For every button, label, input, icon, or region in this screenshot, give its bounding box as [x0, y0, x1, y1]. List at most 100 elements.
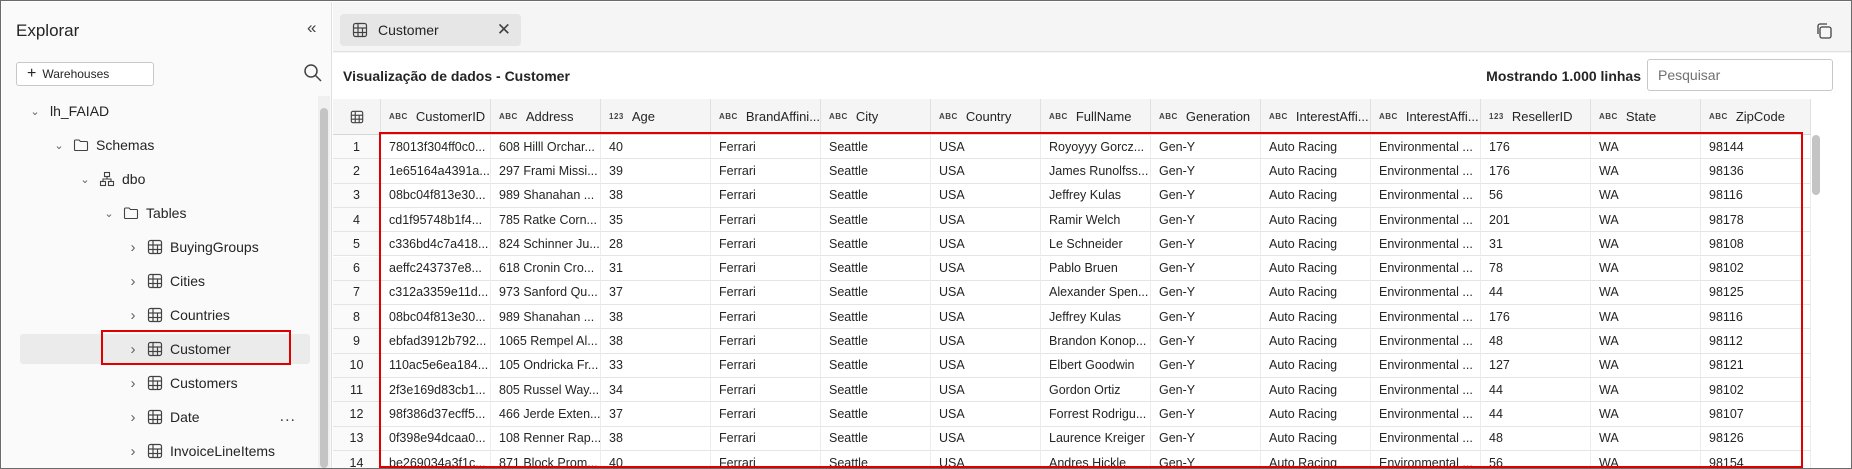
table-cell[interactable]: Gen-Y — [1151, 232, 1261, 257]
collapse-panel-icon[interactable]: « — [307, 18, 316, 38]
table-cell[interactable]: Jeffrey Kulas — [1041, 305, 1151, 330]
table-cell[interactable]: 98178 — [1701, 207, 1811, 233]
chevron-down-icon[interactable]: ⌄ — [78, 173, 92, 186]
table-cell[interactable]: Seattle — [821, 135, 931, 160]
table-cell[interactable]: Ferrari — [711, 256, 821, 281]
table-cell[interactable]: 98116 — [1701, 305, 1811, 330]
table-cell[interactable]: 98125 — [1701, 280, 1811, 306]
table-cell[interactable]: WA — [1591, 450, 1701, 468]
table-cell[interactable]: 0f398e94dcaa0... — [381, 426, 491, 451]
table-cell[interactable]: Ferrari — [711, 207, 821, 233]
table-cell[interactable]: 989 Shanahan ... — [491, 305, 601, 330]
table-cell[interactable]: USA — [931, 450, 1041, 468]
table-cell[interactable]: Pablo Bruen — [1041, 256, 1151, 281]
table-cell[interactable]: 466 Jerde Exten... — [491, 402, 601, 427]
table-cell[interactable]: Gen-Y — [1151, 402, 1261, 427]
table-cell[interactable]: Gen-Y — [1151, 135, 1261, 160]
table-cell[interactable]: Seattle — [821, 353, 931, 378]
table-cell[interactable]: Ferrari — [711, 450, 821, 468]
table-cell[interactable]: 31 — [1481, 232, 1591, 257]
table-cell[interactable]: c336bd4c7a418... — [381, 232, 491, 257]
table-cell[interactable]: USA — [931, 426, 1041, 451]
table-cell[interactable]: Environmental ... — [1371, 329, 1481, 354]
search-icon[interactable] — [302, 62, 324, 84]
tree-item-customer[interactable]: › Customer — [20, 334, 310, 364]
table-cell[interactable]: 38 — [601, 426, 711, 451]
table-cell[interactable]: USA — [931, 305, 1041, 330]
table-cell[interactable]: 1e65164a4391a... — [381, 159, 491, 184]
table-cell[interactable]: WA — [1591, 135, 1701, 160]
table-cell[interactable]: 618 Cronin Cro... — [491, 256, 601, 281]
chevron-right-icon[interactable]: › — [126, 239, 140, 256]
chevron-down-icon[interactable]: ⌄ — [52, 139, 66, 152]
table-cell[interactable]: Royoyyy Gorcz... — [1041, 135, 1151, 160]
table-cell[interactable]: USA — [931, 232, 1041, 257]
table-cell[interactable]: 34 — [601, 378, 711, 403]
table-cell[interactable]: c312a3359e11d... — [381, 280, 491, 306]
explorer-scrollbar[interactable] — [318, 96, 330, 468]
table-cell[interactable]: Ferrari — [711, 402, 821, 427]
table-cell[interactable]: USA — [931, 280, 1041, 306]
table-cell[interactable]: Andres Hickle — [1041, 450, 1151, 468]
table-cell[interactable]: WA — [1591, 207, 1701, 233]
table-cell[interactable]: 98116 — [1701, 183, 1811, 208]
table-cell[interactable]: Seattle — [821, 426, 931, 451]
table-cell[interactable]: Auto Racing — [1261, 159, 1371, 184]
tree-item-schemas[interactable]: ⌄ Schemas — [2, 130, 318, 160]
row-number[interactable]: 4 — [333, 207, 381, 233]
column-header-address[interactable]: ABC Address — [491, 99, 601, 135]
table-cell[interactable]: Environmental ... — [1371, 207, 1481, 233]
table-cell[interactable]: Environmental ... — [1371, 256, 1481, 281]
table-cell[interactable]: Ramir Welch — [1041, 207, 1151, 233]
table-cell[interactable]: 2f3e169d83cb1... — [381, 378, 491, 403]
table-cell[interactable]: WA — [1591, 183, 1701, 208]
table-cell[interactable]: WA — [1591, 378, 1701, 403]
row-number[interactable]: 14 — [333, 450, 381, 468]
table-cell[interactable]: Auto Racing — [1261, 280, 1371, 306]
tree-item-buyinggroups[interactable]: › BuyingGroups — [2, 232, 318, 262]
table-cell[interactable]: Environmental ... — [1371, 159, 1481, 184]
column-header-age[interactable]: 123 Age — [601, 99, 711, 135]
table-cell[interactable]: WA — [1591, 305, 1701, 330]
table-cell[interactable]: USA — [931, 207, 1041, 233]
table-cell[interactable]: Ferrari — [711, 183, 821, 208]
table-cell[interactable]: 38 — [601, 305, 711, 330]
table-cell[interactable]: Elbert Goodwin — [1041, 353, 1151, 378]
column-header-state[interactable]: ABC State — [1591, 99, 1701, 135]
table-cell[interactable]: Auto Racing — [1261, 329, 1371, 354]
table-cell[interactable]: 35 — [601, 207, 711, 233]
table-cell[interactable]: Gordon Ortiz — [1041, 378, 1151, 403]
table-cell[interactable]: Seattle — [821, 159, 931, 184]
table-cell[interactable]: Ferrari — [711, 378, 821, 403]
table-cell[interactable]: 98112 — [1701, 329, 1811, 354]
table-cell[interactable]: Gen-Y — [1151, 159, 1261, 184]
search-input[interactable] — [1647, 59, 1833, 91]
table-cell[interactable]: Brandon Konop... — [1041, 329, 1151, 354]
table-cell[interactable]: 105 Ondricka Fr... — [491, 353, 601, 378]
table-cell[interactable]: WA — [1591, 232, 1701, 257]
table-cell[interactable]: 38 — [601, 183, 711, 208]
chevron-down-icon[interactable]: ⌄ — [102, 207, 116, 220]
column-header-resellerid[interactable]: 123 ResellerID — [1481, 99, 1591, 135]
table-cell[interactable]: 608 Hilll Orchar... — [491, 135, 601, 160]
table-cell[interactable]: 871 Block Prom... — [491, 450, 601, 468]
table-cell[interactable]: 40 — [601, 135, 711, 160]
table-cell[interactable]: 805 Russel Way... — [491, 378, 601, 403]
table-cell[interactable]: Environmental ... — [1371, 450, 1481, 468]
row-number[interactable]: 13 — [333, 426, 381, 451]
table-cell[interactable]: Environmental ... — [1371, 305, 1481, 330]
tab-customer[interactable]: Customer ✕ — [340, 14, 521, 46]
column-header-fullname[interactable]: ABC FullName — [1041, 99, 1151, 135]
table-cell[interactable]: Environmental ... — [1371, 426, 1481, 451]
table-cell[interactable]: Ferrari — [711, 329, 821, 354]
table-cell[interactable]: Environmental ... — [1371, 135, 1481, 160]
table-cell[interactable]: be269034a3f1c... — [381, 450, 491, 468]
table-cell[interactable]: Gen-Y — [1151, 305, 1261, 330]
table-cell[interactable]: 973 Sanford Qu... — [491, 280, 601, 306]
table-cell[interactable]: 08bc04f813e30... — [381, 305, 491, 330]
table-cell[interactable]: WA — [1591, 402, 1701, 427]
row-number[interactable]: 2 — [333, 159, 381, 184]
table-cell[interactable]: USA — [931, 183, 1041, 208]
table-cell[interactable]: WA — [1591, 353, 1701, 378]
tree-item-countries[interactable]: › Countries — [2, 300, 318, 330]
